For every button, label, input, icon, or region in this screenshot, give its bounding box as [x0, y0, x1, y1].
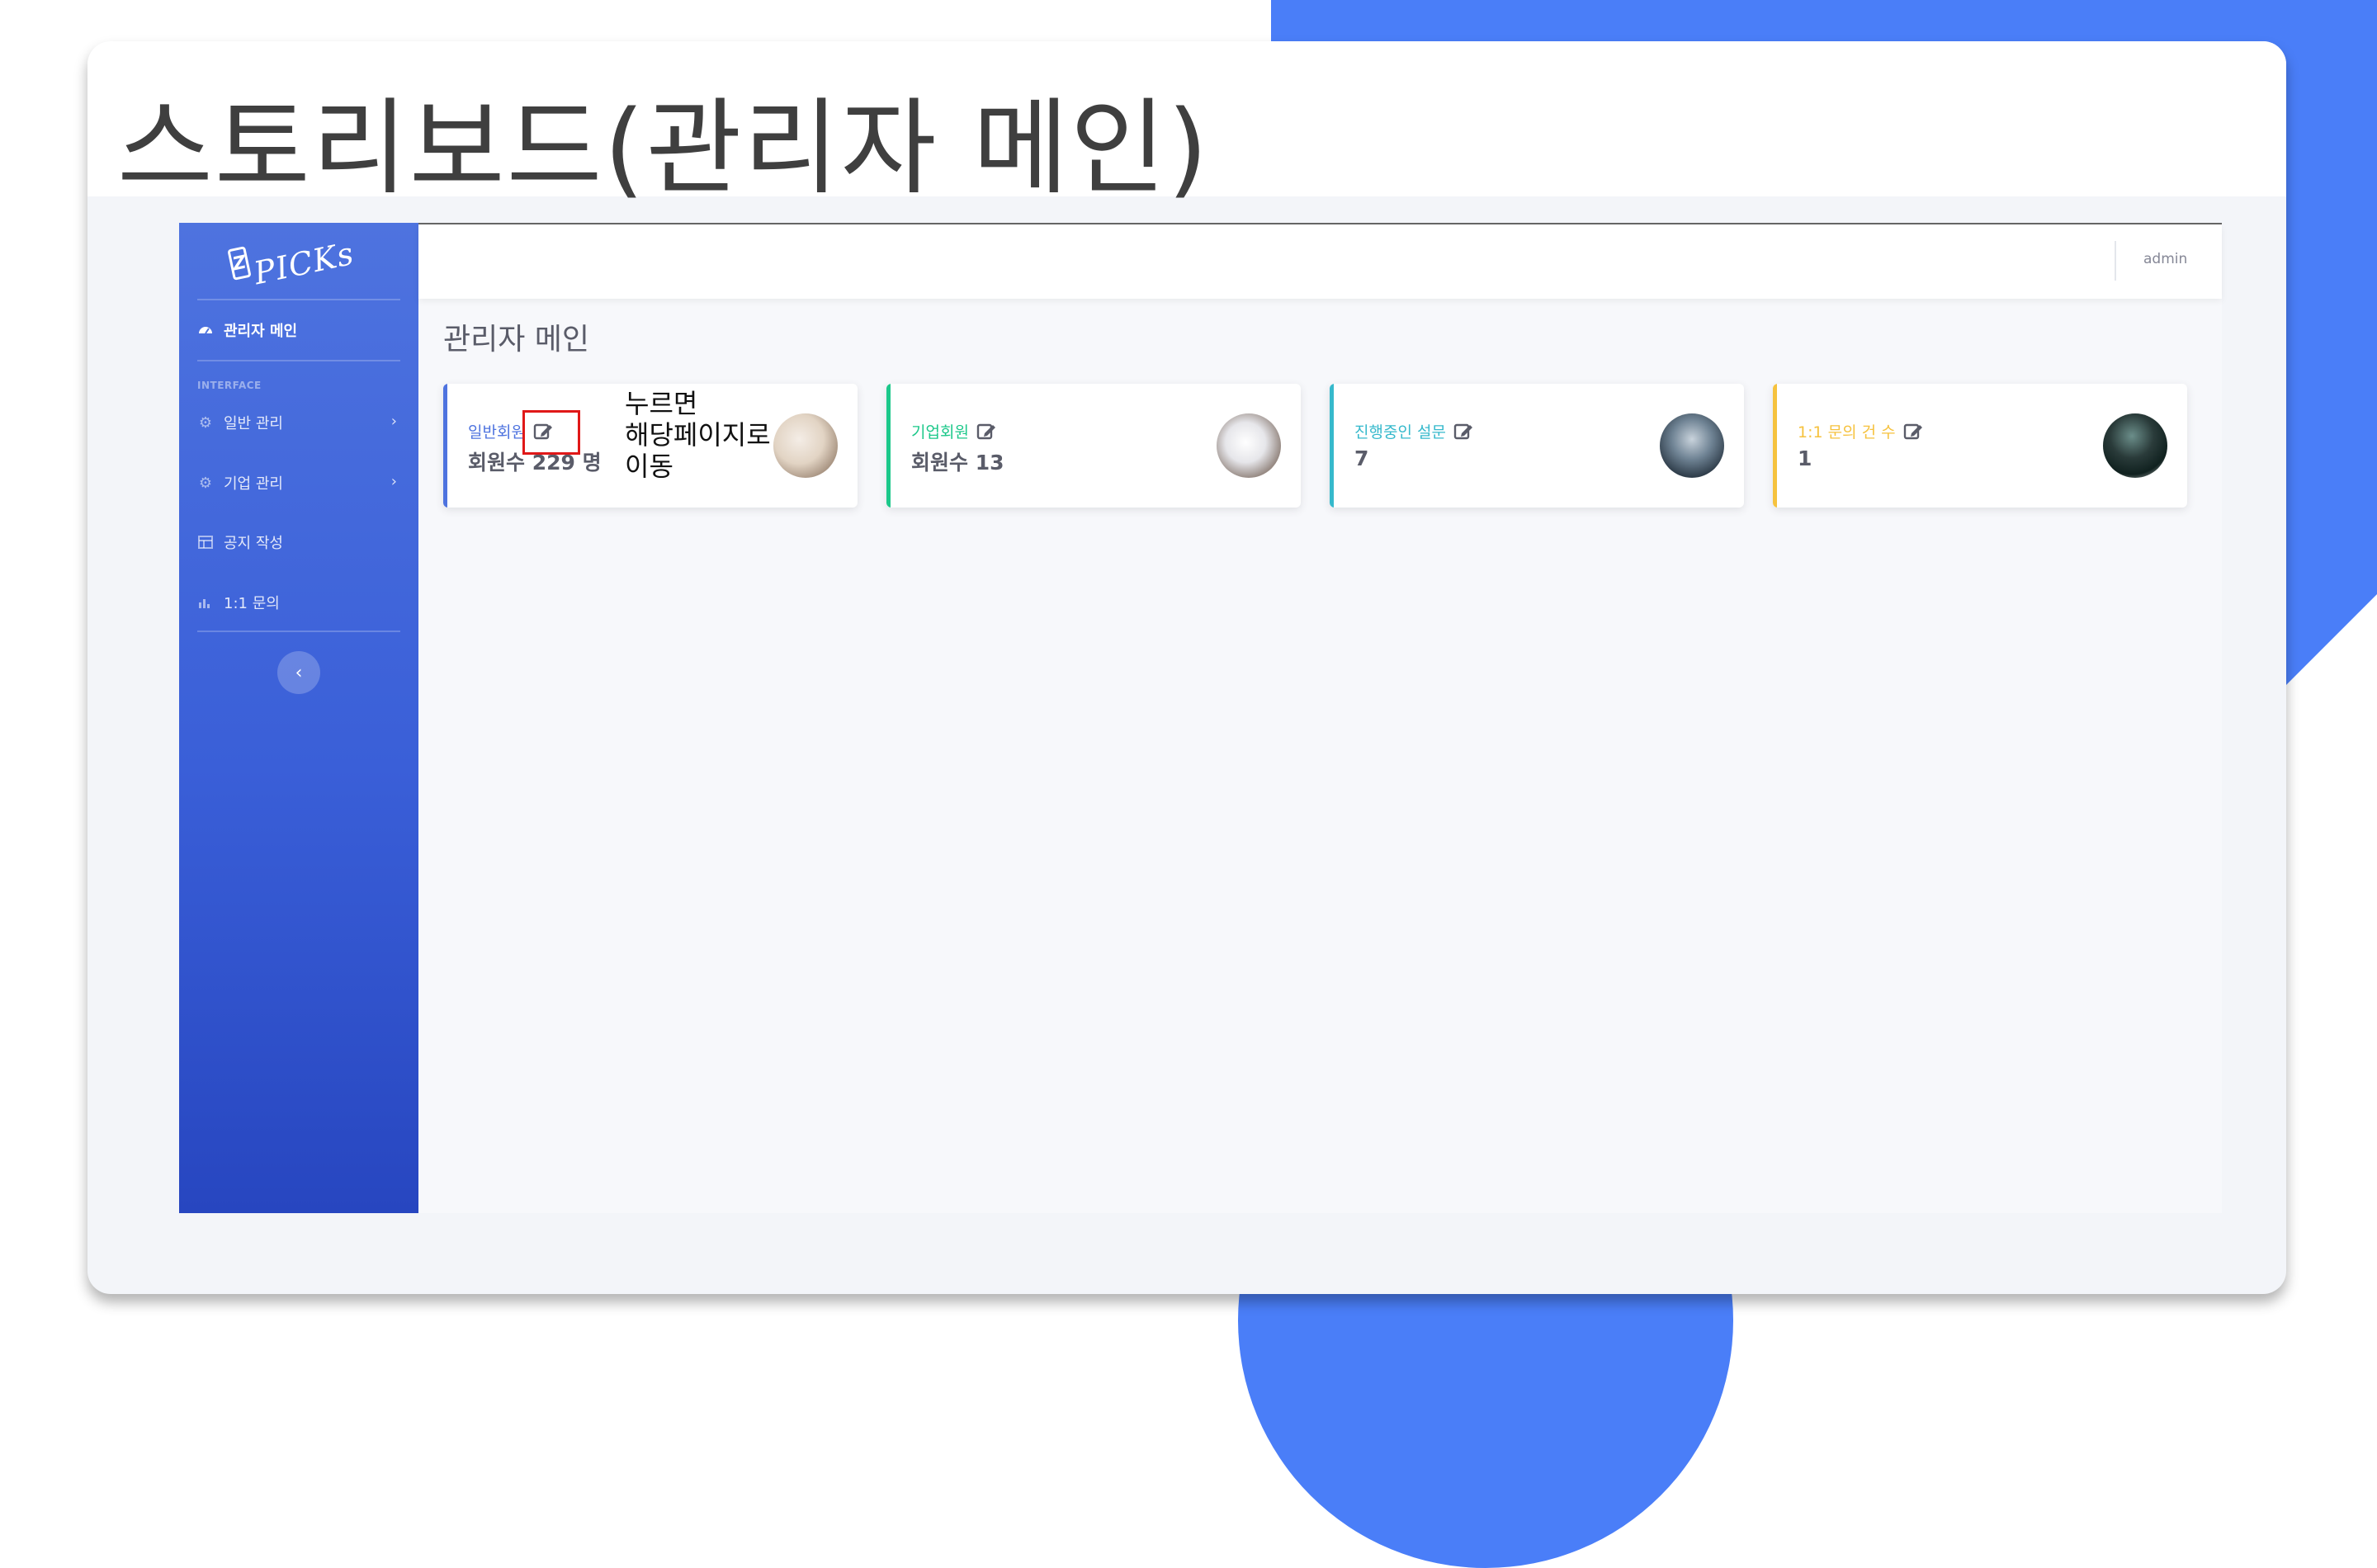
- sidebar-item-label: 관리자 메인: [224, 323, 298, 340]
- admin-app-screenshot: Z PICKs 관리자 메인 INTERFACE ⚙ 일반 관리 › ⚙ 기업 …: [179, 223, 2222, 1213]
- annotation-highlight-box: [522, 410, 580, 455]
- card-accent-stripe: [1330, 384, 1334, 508]
- stat-card-inquiries: 1:1 문의 건 수 1: [1773, 384, 2187, 508]
- bar-chart-icon: [197, 594, 214, 611]
- card-value: 7: [1354, 446, 1369, 470]
- sidebar-item-notice-write[interactable]: 공지 작성: [197, 526, 400, 559]
- gear-icon: ⚙: [198, 413, 213, 432]
- stat-card-company-members: 기업회원 회원수 13: [886, 384, 1301, 508]
- card-avatar-image: [2103, 413, 2167, 478]
- gear-icon: ⚙: [198, 474, 213, 492]
- sidebar-item-label: 1:1 문의: [224, 595, 280, 612]
- stat-card-active-surveys: 진행중인 설문 7: [1330, 384, 1744, 508]
- logo-text: PICKs: [250, 234, 357, 292]
- sidebar-divider: [197, 360, 400, 361]
- sidebar: Z PICKs 관리자 메인 INTERFACE ⚙ 일반 관리 › ⚙ 기업 …: [179, 223, 418, 1213]
- edit-icon[interactable]: [1453, 421, 1474, 442]
- slide-title: 스토리보드(관리자 메인): [117, 87, 1210, 209]
- card-label: 1:1 문의 건 수: [1798, 423, 1896, 442]
- edit-icon[interactable]: [976, 421, 997, 442]
- card-value: 회원수 13: [911, 451, 1004, 475]
- sidebar-item-label: 기업 관리: [224, 475, 283, 493]
- annotation-callout-text: 누르면 해당페이지로 이동: [625, 388, 771, 482]
- logo-mark: Z: [227, 246, 252, 281]
- sidebar-item-general-management[interactable]: ⚙ 일반 관리 ›: [197, 406, 400, 439]
- edit-icon[interactable]: [1902, 421, 1924, 442]
- user-menu[interactable]: admin: [2143, 251, 2187, 267]
- brand-logo[interactable]: Z PICKs: [227, 235, 357, 291]
- card-avatar-image: [1217, 413, 1281, 478]
- card-accent-stripe: [1773, 384, 1777, 508]
- card-label-row: 1:1 문의 건 수: [1798, 420, 1924, 442]
- sidebar-divider: [197, 299, 400, 300]
- tachometer-icon: [197, 322, 214, 338]
- card-label-row: 진행중인 설문: [1354, 420, 1474, 442]
- sidebar-item-dashboard[interactable]: 관리자 메인: [197, 314, 400, 347]
- sidebar-item-company-management[interactable]: ⚙ 기업 관리 ›: [197, 466, 400, 499]
- sidebar-item-inquiry[interactable]: 1:1 문의: [197, 586, 400, 619]
- table-icon: [197, 534, 214, 550]
- page-title: 관리자 메인: [443, 323, 590, 357]
- card-label: 일반회원: [468, 423, 526, 442]
- card-avatar-image: [773, 413, 838, 478]
- card-accent-stripe: [443, 384, 447, 508]
- card-label: 진행중인 설문: [1354, 423, 1446, 442]
- sidebar-section-heading: INTERFACE: [197, 380, 262, 391]
- sidebar-item-label: 공지 작성: [224, 535, 283, 552]
- sidebar-divider: [197, 631, 400, 632]
- card-value: 1: [1798, 446, 1812, 470]
- card-accent-stripe: [886, 384, 891, 508]
- topbar-divider: [2115, 241, 2116, 281]
- topbar: admin: [418, 224, 2222, 299]
- chevron-right-icon: ›: [390, 413, 397, 430]
- card-avatar-image: [1660, 413, 1724, 478]
- chevron-right-icon: ›: [390, 473, 397, 490]
- card-label: 기업회원: [911, 423, 969, 442]
- card-label-row: 기업회원: [911, 420, 997, 442]
- chevron-left-icon: ‹: [295, 662, 303, 683]
- slide-header: 스토리보드(관리자 메인): [87, 41, 2286, 209]
- sidebar-item-label: 일반 관리: [224, 415, 283, 432]
- sidebar-toggle-button[interactable]: ‹: [277, 651, 320, 694]
